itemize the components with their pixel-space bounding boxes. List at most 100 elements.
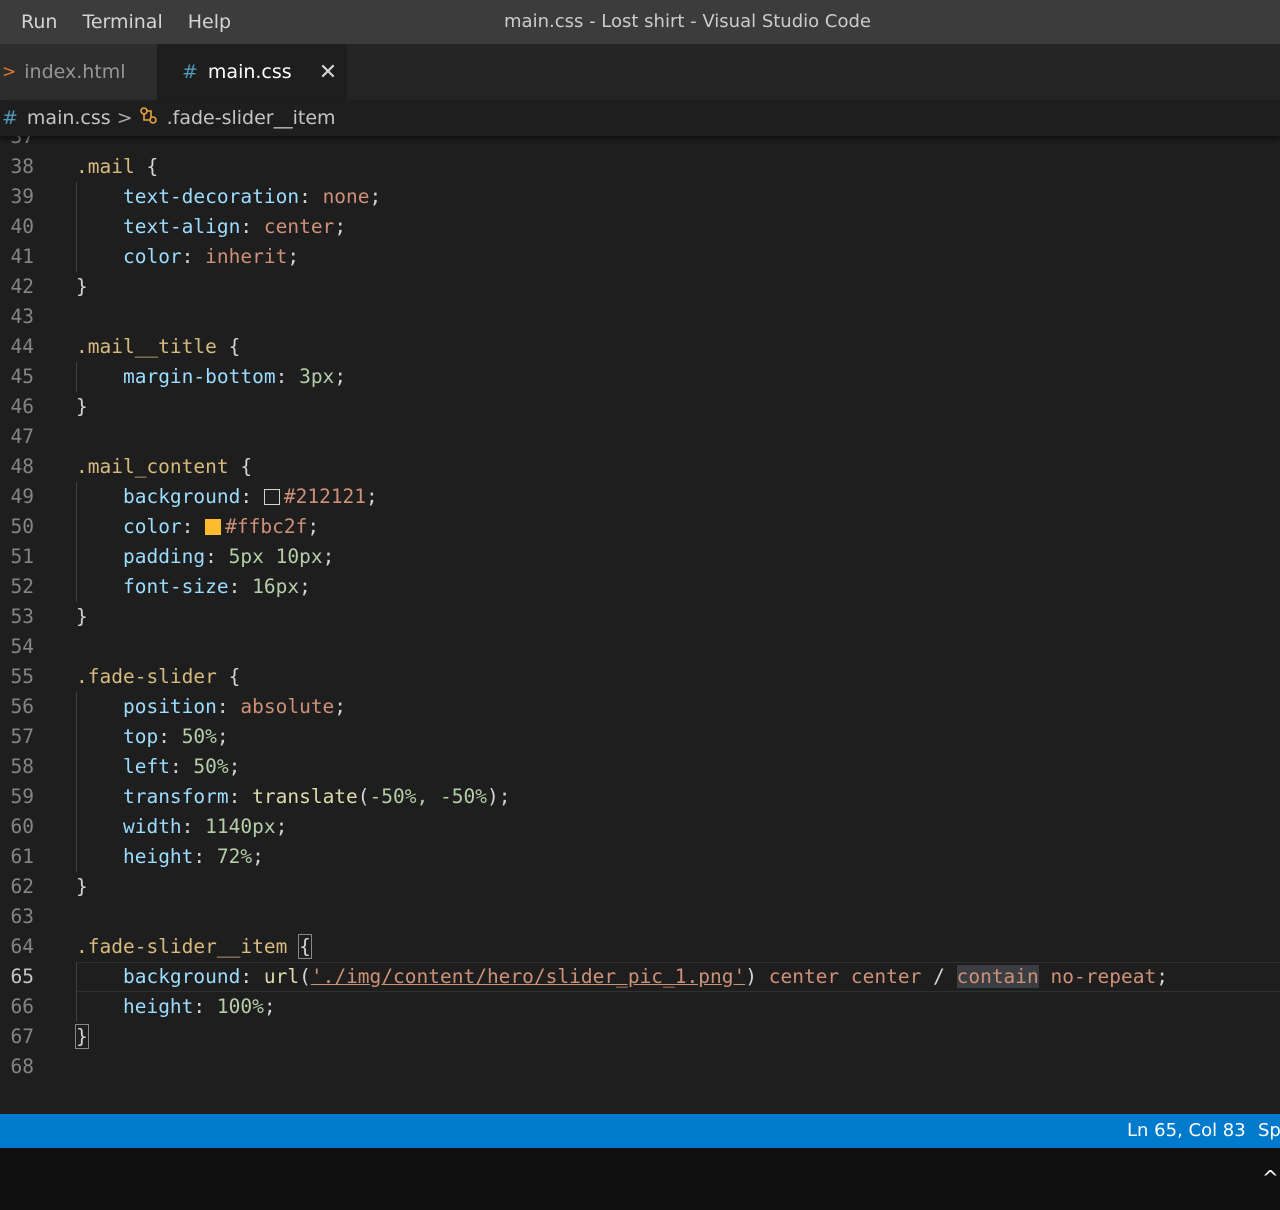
line-number: 60	[10, 815, 34, 838]
tray-chevron-up-icon[interactable]: ^	[1262, 1166, 1279, 1190]
css-selector: .mail_content	[76, 455, 229, 478]
code-line: 62}	[0, 872, 1280, 902]
highlighted-word: contain	[956, 965, 1039, 988]
css-property: color	[122, 245, 182, 268]
css-property: height	[122, 845, 194, 868]
line-number: 61	[10, 845, 34, 868]
css-property: top	[122, 725, 159, 748]
code-lines: 37 38 .mail { 39 text-decoration: none; 4…	[0, 136, 1280, 1082]
line-number: 68	[10, 1055, 34, 1078]
window-title: main.css - Lost shirt - Visual Studio Co…	[504, 11, 871, 32]
title-bar: Run Terminal Help main.css - Lost shirt …	[0, 0, 1280, 44]
tab-label: index.html	[24, 61, 126, 83]
hash-icon: #	[2, 107, 18, 129]
css-value: 72%	[216, 845, 253, 868]
line-number: 57	[10, 725, 34, 748]
css-value: none	[322, 185, 370, 208]
line-number: 49	[10, 485, 34, 508]
breadcrumb-symbol[interactable]: .fade-slider__item	[167, 107, 336, 129]
css-value: 3px	[299, 365, 335, 388]
url-string-link[interactable]: './img/content/hero/slider_pic_1.png'	[311, 965, 745, 988]
code-line: 53}	[0, 602, 1280, 632]
bracket-match: {	[298, 934, 312, 959]
editor-tab-bar: > index.html # main.css ✕	[0, 44, 1280, 100]
code-line: 49 background: #212121;	[0, 482, 1280, 512]
css-slash: /	[933, 965, 945, 988]
css-selector: .fade-slider	[76, 665, 217, 688]
css-value: -50%, -50%	[369, 785, 487, 808]
css-value: no-repeat	[1050, 965, 1157, 988]
code-line: 46}	[0, 392, 1280, 422]
breadcrumb-file[interactable]: main.css	[27, 107, 111, 129]
tab-main-css[interactable]: # main.css ✕	[157, 44, 347, 100]
cursor-position[interactable]: Ln 65, Col 83	[1127, 1114, 1246, 1148]
code-line: 64 .fade-slider__item {	[0, 932, 1280, 962]
status-bar: Ln 65, Col 83 Sp	[0, 1114, 1280, 1148]
code-editor[interactable]: 37 38 .mail { 39 text-decoration: none; 4…	[0, 136, 1280, 1114]
hash-icon: #	[182, 61, 198, 83]
code-line: 57 top: 50%;	[0, 722, 1280, 752]
indentation-status[interactable]: Sp	[1258, 1114, 1280, 1148]
line-number: 66	[10, 995, 34, 1018]
code-line: 56 position: absolute;	[0, 692, 1280, 722]
css-property: background	[122, 965, 241, 988]
color-swatch[interactable]	[263, 489, 280, 505]
close-icon[interactable]: ✕	[319, 60, 337, 85]
line-number: 38	[10, 155, 34, 178]
css-property: color	[122, 515, 182, 538]
css-value: inherit	[205, 245, 288, 268]
code-line: 43	[0, 302, 1280, 332]
line-number: 58	[10, 755, 34, 778]
color-swatch[interactable]	[205, 519, 222, 535]
css-selector: .fade-slider__item	[76, 935, 288, 958]
css-selector: .mail	[76, 155, 135, 178]
css-property: transform	[122, 785, 229, 808]
css-property: text-align	[122, 215, 241, 238]
line-number: 62	[10, 875, 34, 898]
css-value: #ffbc2f	[225, 515, 308, 538]
css-value: #212121	[283, 485, 367, 508]
code-line: 39 text-decoration: none;	[0, 182, 1280, 212]
line-number: 55	[10, 665, 34, 688]
chevron-right-icon: >	[2, 62, 17, 82]
line-number: 48	[10, 455, 34, 478]
line-number: 56	[10, 695, 34, 718]
css-value: 50%	[181, 725, 217, 748]
line-number: 43	[10, 305, 34, 328]
css-property: height	[122, 995, 194, 1018]
code-line: 52 font-size: 16px;	[0, 572, 1280, 602]
css-property: text-decoration	[122, 185, 300, 208]
line-number: 63	[10, 905, 34, 928]
line-number: 51	[10, 545, 34, 568]
breadcrumb: # main.css > .fade-slider__item	[0, 100, 1280, 136]
line-number: 64	[10, 935, 34, 958]
code-line: 37	[0, 136, 1280, 152]
line-number: 41	[10, 245, 34, 268]
tab-index-html[interactable]: > index.html	[0, 44, 157, 100]
selector-symbol-icon	[139, 106, 159, 131]
css-property: background	[122, 485, 241, 508]
line-number: 53	[10, 605, 34, 628]
css-property: width	[122, 815, 182, 838]
code-line: 68	[0, 1052, 1280, 1082]
css-property: left	[122, 755, 170, 778]
code-line: 60 width: 1140px;	[0, 812, 1280, 842]
code-line: 50 color: #ffbc2f;	[0, 512, 1280, 542]
code-line: 48 .mail_content {	[0, 452, 1280, 482]
code-line: 44 .mail__title {	[0, 332, 1280, 362]
css-function: url	[263, 965, 300, 988]
os-taskbar: ^	[0, 1148, 1280, 1210]
css-property: font-size	[122, 575, 229, 598]
line-number: 39	[10, 185, 34, 208]
line-number: 46	[10, 395, 34, 418]
css-value: 5px 10px	[228, 545, 323, 568]
css-function: translate	[252, 785, 358, 808]
code-line: 61 height: 72%;	[0, 842, 1280, 872]
line-number: 52	[10, 575, 34, 598]
bracket-match: }	[75, 1024, 89, 1049]
css-value: 50%	[193, 755, 229, 778]
line-number: 40	[10, 215, 34, 238]
css-value: 16px	[252, 575, 300, 598]
code-line: 45 margin-bottom: 3px;	[0, 362, 1280, 392]
code-line: 55 .fade-slider {	[0, 662, 1280, 692]
